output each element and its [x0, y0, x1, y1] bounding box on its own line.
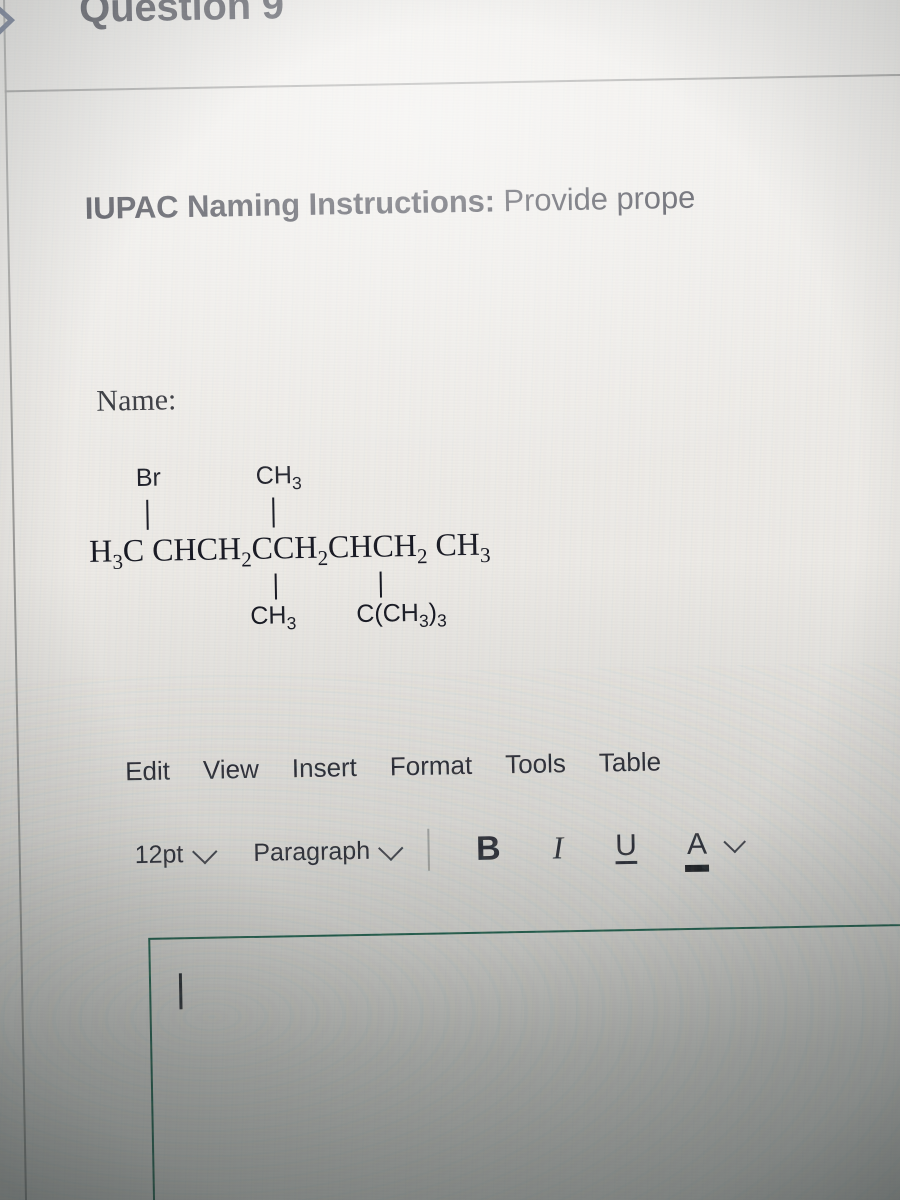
structure-bottom-bonds	[90, 571, 383, 605]
menu-item-edit[interactable]: Edit	[125, 755, 170, 787]
chevron-left-icon[interactable]	[0, 0, 24, 53]
photographed-screen: Question 9 IUPAC Naming Instructions: Pr…	[0, 0, 900, 1200]
page-title: Question 9	[78, 0, 285, 31]
text-color-button[interactable]: A	[685, 827, 710, 873]
name-label: Name:	[96, 383, 177, 418]
underline-button[interactable]: U	[615, 829, 637, 863]
menu-item-tools[interactable]: Tools	[505, 748, 566, 780]
instructions-text: IUPAC Naming Instructions: Provide prope	[85, 180, 696, 227]
chevron-down-icon	[378, 835, 404, 862]
substituent-bottom-1: CH3	[250, 601, 297, 634]
italic-button[interactable]: I	[552, 829, 563, 866]
menu-item-table[interactable]: Table	[599, 746, 662, 778]
bond-vertical	[379, 571, 383, 598]
structure-top-row: Br CH3	[88, 461, 302, 503]
chevron-down-icon[interactable]	[723, 830, 747, 854]
menu-item-view[interactable]: View	[203, 754, 259, 786]
menu-item-insert[interactable]: Insert	[292, 752, 358, 784]
menu-item-format[interactable]: Format	[390, 750, 473, 783]
font-size-value: 12pt	[134, 839, 184, 869]
structure-top-bonds	[88, 497, 275, 533]
block-format-select[interactable]: Paragraph	[253, 835, 404, 868]
substituent-top-1: Br	[135, 463, 162, 493]
instructions-lead: IUPAC Naming Instructions:	[84, 183, 496, 226]
bond-vertical	[146, 499, 149, 530]
chemical-structure: Br CH3 H3C CHCH2CCH2CHCH2 CH3 CH3 C(CH3)…	[88, 461, 491, 643]
block-format-value: Paragraph	[253, 836, 371, 867]
chevron-down-icon	[191, 838, 218, 865]
text-color-label: A	[686, 827, 708, 861]
toolbar-spacer	[430, 849, 476, 850]
substituent-top-2: CH3	[255, 461, 302, 494]
rich-text-editor-body[interactable]	[148, 921, 900, 1200]
instructions-rest: Provide prope	[494, 179, 696, 219]
bond-vertical	[272, 497, 275, 528]
header-divider	[4, 72, 900, 93]
page-left-rule	[2, 0, 29, 1200]
screenshot-root: Question 9 IUPAC Naming Instructions: Pr…	[0, 0, 900, 1200]
structure-main-row: H3C CHCH2CCH2CHCH2 CH3	[89, 526, 491, 577]
toolbar-spacer	[211, 853, 253, 854]
editor-menubar: Edit View Insert Format Tools Table	[125, 746, 661, 787]
toolbar-divider	[427, 828, 431, 871]
text-color-swatch	[685, 864, 710, 873]
structure-bottom-row: CH3 C(CH3)3	[90, 599, 447, 643]
substituent-bottom-2: C(CH3)3	[356, 598, 447, 631]
text-caret	[178, 973, 183, 1010]
main-chain-formula: H3C CHCH2CCH2CHCH2 CH3	[88, 525, 491, 574]
toolbar-spacer	[398, 850, 428, 851]
font-size-select[interactable]: 12pt	[134, 838, 218, 869]
bold-button[interactable]: B	[476, 829, 501, 868]
editor-toolbar: 12pt Paragraph B I U A	[134, 823, 747, 876]
bond-vertical	[274, 573, 278, 600]
